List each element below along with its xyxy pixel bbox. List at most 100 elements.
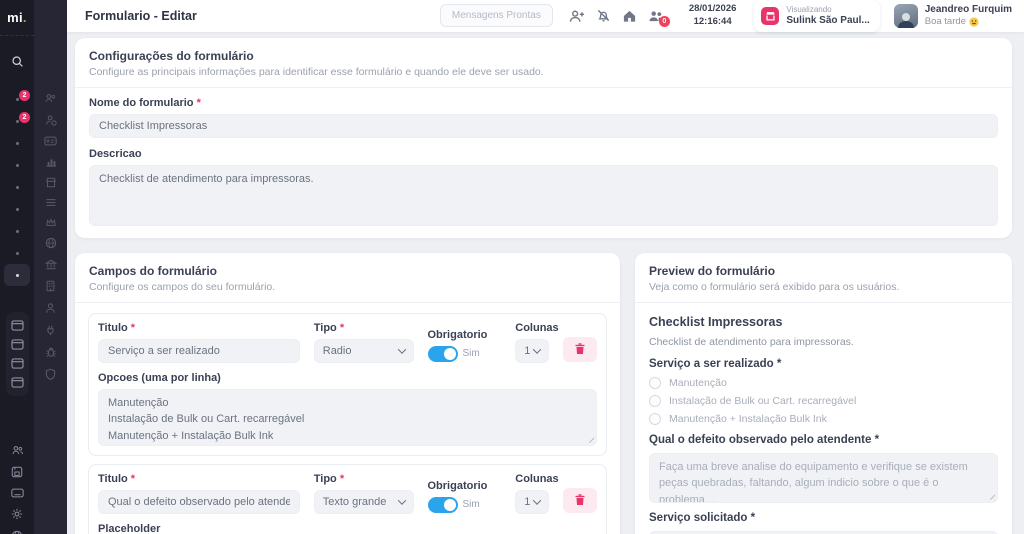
notifications-off-icon[interactable]: [596, 8, 611, 23]
tipo-label: Tipo *: [314, 322, 414, 334]
titulo-label: Titulo *: [98, 322, 300, 334]
field1-colunas-select[interactable]: 1: [515, 339, 549, 363]
form-preview-subtitle: Veja como o formulário será exibido para…: [649, 281, 998, 293]
field2-delete-button[interactable]: [563, 488, 597, 513]
nav-dot: [16, 164, 19, 167]
team-icon[interactable]: 0: [648, 9, 665, 23]
team-icon[interactable]: [11, 444, 24, 456]
field2-obrigatorio-toggle[interactable]: [428, 497, 458, 513]
radio-icon[interactable]: [649, 395, 661, 407]
preview-textarea2[interactable]: [649, 531, 998, 534]
page-title: Formulario - Editar: [85, 9, 430, 23]
sidebar-primary: mi. 2 2: [0, 0, 34, 534]
window-icon[interactable]: [11, 339, 24, 350]
chevron-down-icon: [533, 345, 541, 353]
user-menu[interactable]: Jeandreo Furquim Boa tarde: [894, 3, 1012, 28]
window-icon[interactable]: [11, 377, 24, 388]
crown-icon[interactable]: [45, 217, 57, 227]
person-icon[interactable]: [45, 302, 56, 314]
radio-icon[interactable]: [649, 377, 661, 389]
form-name-input[interactable]: [89, 114, 998, 138]
main-area: Configurações do formulário Configure as…: [67, 32, 1024, 534]
required-marker: *: [197, 97, 201, 109]
app-root: mi. 2 2: [0, 0, 1024, 534]
form-preview-card: Preview do formulário Veja como o formul…: [635, 253, 1012, 534]
list-icon[interactable]: [45, 198, 57, 207]
globe-icon[interactable]: [45, 237, 57, 249]
nav-item-5[interactable]: [4, 176, 30, 198]
colunas-label: Colunas: [515, 473, 549, 485]
field2-tipo-select[interactable]: Texto grande: [314, 490, 414, 514]
search-icon[interactable]: [11, 50, 24, 72]
window-icon[interactable]: [11, 358, 24, 369]
placeholder-label: Placeholder: [98, 523, 597, 534]
topbar-icons: 0: [569, 8, 665, 23]
nav-item-1[interactable]: 2: [4, 88, 30, 110]
plug-icon[interactable]: [45, 324, 56, 336]
sidebar-bottom-nav: [11, 444, 24, 534]
form-description-textarea[interactable]: Checklist de atendimento para impressora…: [89, 165, 998, 226]
nav-dot: [16, 142, 19, 145]
home-icon[interactable]: [622, 9, 637, 23]
nav-item-3[interactable]: [4, 132, 30, 154]
nav-item-2[interactable]: 2: [4, 110, 30, 132]
nav-dot: [16, 274, 19, 277]
field1-tipo-select[interactable]: Radio: [314, 339, 414, 363]
nav-dot: [16, 120, 19, 123]
field1-opcoes-textarea[interactable]: Manutenção Instalação de Bulk ou Cart. r…: [98, 389, 597, 446]
field1-delete-button[interactable]: [563, 337, 597, 362]
form-preview-title: Preview do formulário: [649, 264, 998, 278]
viewing-store-pill[interactable]: Visualizando Sulink São Paul...: [754, 0, 879, 32]
chart-icon[interactable]: [45, 156, 57, 167]
form-settings-subtitle: Configure as principais informações para…: [89, 66, 998, 78]
field1-titulo-input[interactable]: [98, 339, 300, 363]
smiley-emoji-icon: [969, 17, 979, 27]
store-icon[interactable]: [45, 177, 57, 188]
tipo-label: Tipo *: [314, 473, 414, 485]
person-finance-icon[interactable]: [45, 114, 57, 126]
preview-radio-option[interactable]: Instalação de Bulk ou Cart. recarregável: [649, 395, 998, 407]
bug-icon[interactable]: [45, 346, 57, 358]
save-icon[interactable]: [11, 466, 23, 478]
window-icon[interactable]: [11, 320, 24, 331]
field2-colunas-select[interactable]: 1: [515, 490, 549, 514]
team-icon[interactable]: [44, 92, 57, 104]
gear-icon[interactable]: [11, 508, 23, 520]
form-preview-body: Checklist Impressoras Checklist de atend…: [635, 303, 1012, 534]
editor-row: Campos do formulário Configure os campos…: [75, 253, 1012, 534]
field1-obrigatorio-toggle[interactable]: [428, 346, 458, 362]
nav-dot: [16, 186, 19, 189]
required-marker: *: [340, 473, 344, 485]
form-settings-body: Nome do formulario * Descricao Checklist…: [75, 88, 1012, 238]
preview-radio-option[interactable]: Manutenção: [649, 377, 998, 389]
field2-titulo-input[interactable]: [98, 490, 300, 514]
id-card-icon[interactable]: [44, 136, 57, 146]
form-settings-title: Configurações do formulário: [89, 49, 998, 63]
radio-icon[interactable]: [649, 413, 661, 425]
time-label: 12:16:44: [689, 16, 737, 29]
nav-item-6[interactable]: [4, 198, 30, 220]
nav-item-active[interactable]: [4, 264, 30, 286]
sidebar-secondary: [34, 0, 67, 534]
store-icon: [761, 7, 779, 25]
notification-badge: 2: [19, 90, 30, 101]
chevron-down-icon: [533, 496, 541, 504]
nav-item-8[interactable]: [4, 242, 30, 264]
preview-textarea1[interactable]: [649, 453, 998, 503]
keyboard-icon[interactable]: [11, 488, 24, 498]
primary-nav: 2 2: [4, 88, 30, 286]
date-label: 28/01/2026: [689, 3, 737, 16]
nav-item-7[interactable]: [4, 220, 30, 242]
bank-icon[interactable]: [45, 259, 57, 270]
required-marker: *: [340, 322, 344, 334]
shield-icon[interactable]: [45, 368, 56, 380]
obrigatorio-value: Sim: [463, 499, 480, 510]
building-icon[interactable]: [45, 280, 56, 292]
nav-item-4[interactable]: [4, 154, 30, 176]
ready-messages-button[interactable]: Mensagens Prontas: [440, 4, 553, 27]
chevron-down-icon: [398, 496, 406, 504]
preview-radio-option[interactable]: Manutenção + Instalação Bulk Ink: [649, 413, 998, 425]
globe-icon[interactable]: [11, 530, 23, 534]
content-area: Formulario - Editar Mensagens Prontas 0 …: [67, 0, 1024, 534]
add-user-icon[interactable]: [569, 9, 585, 23]
